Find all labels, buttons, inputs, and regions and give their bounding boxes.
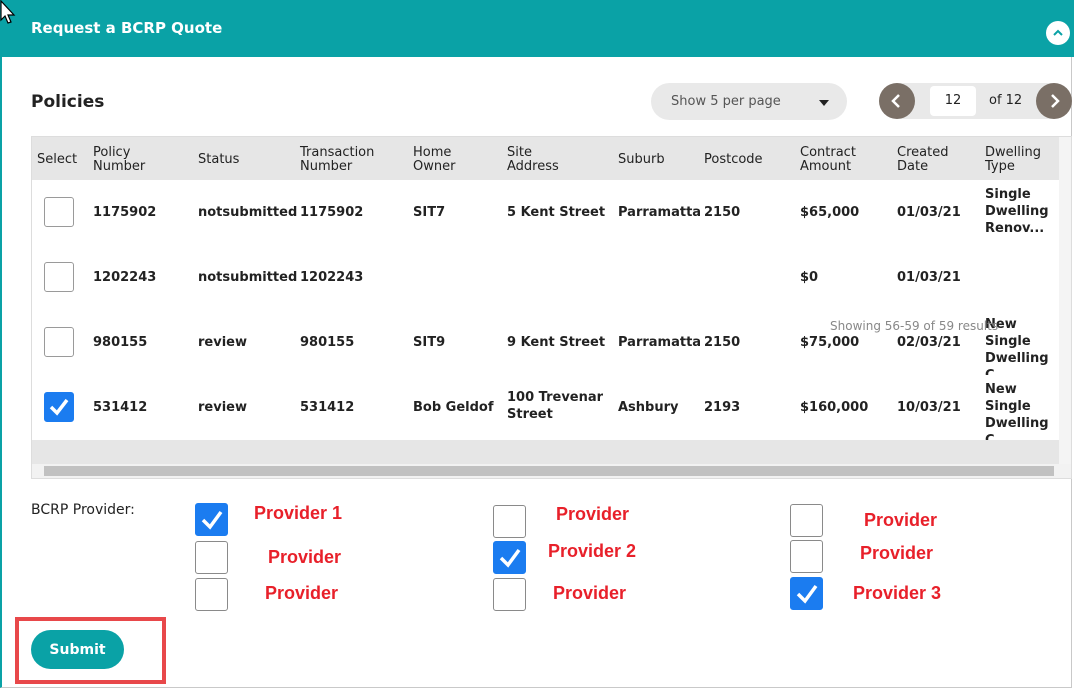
home-owner: Bob Geldof bbox=[413, 400, 494, 415]
table-row[interactable]: 1202243 notsubmitted 1202243 $0 01/03/21 bbox=[32, 245, 1071, 311]
postcode: 2193 bbox=[704, 400, 741, 415]
dwelling-type: Single Dwelling Renov... bbox=[985, 187, 1049, 236]
suburb: Ashbury bbox=[618, 400, 679, 415]
provider-checkbox[interactable] bbox=[493, 505, 526, 538]
transaction-number: 1175902 bbox=[300, 205, 364, 220]
panel-title: Request a BCRP Quote bbox=[31, 19, 223, 37]
home-owner: SIT7 bbox=[413, 205, 446, 220]
row-select-checkbox[interactable] bbox=[44, 392, 74, 422]
provider-label: Provider bbox=[864, 510, 938, 530]
policies-table: Select Policy Number Status Transaction … bbox=[31, 136, 1072, 479]
transaction-number: 980155 bbox=[300, 335, 355, 350]
column-header[interactable]: Status bbox=[198, 153, 239, 167]
provider-label: Provider bbox=[553, 583, 627, 603]
page-count: of 12 bbox=[989, 93, 1023, 108]
created-date: 10/03/21 bbox=[897, 400, 961, 415]
provider-label: Provider bbox=[265, 583, 339, 603]
provider-checkbox[interactable] bbox=[195, 541, 228, 574]
chevron-up-icon bbox=[1053, 29, 1063, 36]
column-header[interactable]: Suburb bbox=[618, 153, 665, 167]
column-header[interactable]: Site Address bbox=[507, 146, 567, 174]
table-row[interactable]: 1175902 notsubmitted 1175902 SIT7 5 Kent… bbox=[32, 180, 1071, 246]
checkmark-icon bbox=[499, 548, 520, 568]
mouse-pointer-icon bbox=[0, 0, 16, 30]
caret-down-icon bbox=[819, 96, 829, 111]
dwelling-type: New Single Dwelling C... bbox=[985, 382, 1049, 448]
table-row[interactable]: 531412 review 531412 Bob Geldof 100 Trev… bbox=[32, 375, 1071, 448]
contract-amount: $75,000 bbox=[800, 335, 860, 350]
scrollbar-thumb[interactable] bbox=[44, 466, 1054, 476]
submit-button[interactable]: Submit bbox=[31, 630, 124, 669]
provider-label: Provider bbox=[556, 504, 630, 524]
page-number-input[interactable]: 12 bbox=[930, 86, 976, 116]
vertical-scrollbar[interactable] bbox=[1059, 137, 1071, 464]
per-page-value: Show 5 per page bbox=[671, 94, 781, 109]
created-date: 02/03/21 bbox=[897, 335, 961, 350]
bcrp-provider-label: BCRP Provider: bbox=[31, 502, 135, 518]
transaction-number: 531412 bbox=[300, 400, 355, 415]
column-header[interactable]: Home Owner bbox=[413, 146, 473, 174]
previous-page-button[interactable] bbox=[879, 83, 915, 119]
column-header[interactable]: Contract Amount bbox=[800, 146, 870, 174]
next-page-button[interactable] bbox=[1036, 83, 1072, 119]
column-header[interactable]: Select bbox=[37, 153, 77, 167]
site-address: 9 Kent Street bbox=[507, 335, 606, 350]
table-footer bbox=[32, 440, 1071, 464]
policy-number: 980155 bbox=[93, 335, 148, 350]
status: review bbox=[198, 335, 247, 350]
checkmark-icon bbox=[49, 398, 69, 416]
chevron-left-icon bbox=[891, 94, 900, 108]
row-select-checkbox[interactable] bbox=[44, 327, 74, 357]
home-owner: SIT9 bbox=[413, 335, 446, 350]
created-date: 01/03/21 bbox=[897, 270, 961, 285]
suburb: Parramatta bbox=[618, 205, 702, 220]
provider-label: Provider bbox=[860, 543, 934, 563]
checkmark-icon bbox=[201, 510, 222, 530]
column-header[interactable]: Policy Number bbox=[93, 146, 153, 174]
contract-amount: $160,000 bbox=[800, 400, 869, 415]
column-header[interactable]: Transaction Number bbox=[300, 146, 390, 174]
site-address: 100 Trevenar Street bbox=[507, 390, 604, 422]
site-address: 5 Kent Street bbox=[507, 205, 606, 220]
created-date: 01/03/21 bbox=[897, 205, 961, 220]
status: notsubmitted bbox=[198, 270, 298, 285]
collapse-button[interactable] bbox=[1046, 21, 1070, 45]
provider-checkbox[interactable] bbox=[790, 540, 823, 573]
transaction-number: 1202243 bbox=[300, 270, 364, 285]
status: notsubmitted bbox=[198, 205, 298, 220]
panel-header[interactable]: Request a BCRP Quote bbox=[0, 0, 1074, 57]
suburb: Parramatta bbox=[618, 335, 702, 350]
postcode: 2150 bbox=[704, 335, 741, 350]
postcode: 2150 bbox=[704, 205, 741, 220]
row-select-checkbox[interactable] bbox=[44, 197, 74, 227]
policies-heading: Policies bbox=[31, 92, 105, 112]
policy-number: 531412 bbox=[93, 400, 148, 415]
table-header: Select Policy Number Status Transaction … bbox=[32, 137, 1071, 180]
contract-amount: $65,000 bbox=[800, 205, 860, 220]
chevron-right-icon bbox=[1051, 94, 1060, 108]
column-header[interactable]: Created Date bbox=[897, 146, 957, 174]
status: review bbox=[198, 400, 247, 415]
pagination: 12 of 12 bbox=[879, 83, 1072, 119]
results-summary: Showing 56-59 of 59 results bbox=[830, 319, 999, 333]
provider-checkbox[interactable] bbox=[493, 541, 526, 574]
provider-checkbox[interactable] bbox=[493, 578, 526, 611]
provider-checkbox[interactable] bbox=[195, 578, 228, 611]
provider-label: Provider 3 bbox=[853, 583, 942, 603]
provider-label: Provider bbox=[268, 547, 342, 567]
policy-number: 1202243 bbox=[93, 270, 157, 285]
contract-amount: $0 bbox=[800, 270, 819, 285]
provider-checkbox[interactable] bbox=[195, 503, 228, 536]
provider-checkbox[interactable] bbox=[790, 504, 823, 537]
provider-label: Provider 2 bbox=[548, 541, 637, 561]
row-select-checkbox[interactable] bbox=[44, 262, 74, 292]
provider-label: Provider 1 bbox=[254, 503, 343, 523]
provider-checkbox[interactable] bbox=[790, 577, 823, 610]
per-page-select[interactable]: Show 5 per page bbox=[651, 83, 847, 120]
policy-number: 1175902 bbox=[93, 205, 157, 220]
horizontal-scrollbar[interactable] bbox=[32, 464, 1071, 478]
checkmark-icon bbox=[796, 584, 817, 604]
column-header[interactable]: Postcode bbox=[704, 153, 763, 167]
column-header[interactable]: Dwelling Type bbox=[985, 146, 1055, 174]
